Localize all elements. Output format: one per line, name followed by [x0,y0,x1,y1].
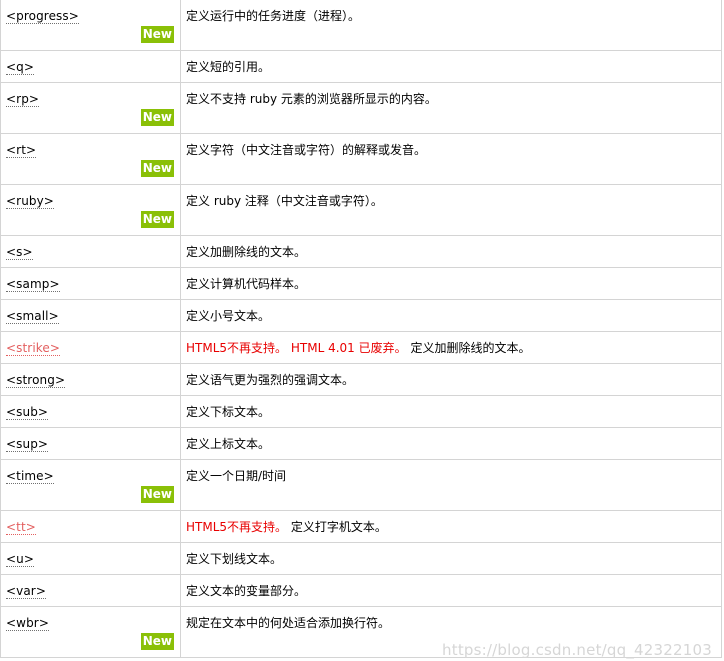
description-text: 定义 ruby 注释（中文注音或字符）。 [186,194,383,208]
new-badge: New [140,486,174,503]
tag-link[interactable]: <sub> [6,405,49,420]
tag-cell: <samp> [0,267,181,300]
tag-link[interactable]: <q> [6,60,35,75]
new-badge: New [140,160,174,177]
description-text: 定义字符（中文注音或字符）的解释或发音。 [186,143,427,157]
new-badge: New [140,633,174,650]
tag-cell: <q> [0,50,181,83]
description-cell: 定义下标文本。 [180,395,722,428]
table-row: <sub> 定义下标文本。 [0,395,722,428]
description-cell: 定义语气更为强烈的强调文本。 [180,363,722,396]
tag-link[interactable]: <time> [6,469,54,484]
description-cell: 定义运行中的任务进度（进程）。 [180,0,722,51]
tag-link[interactable]: <samp> [6,277,60,292]
description-cell: 定义不支持 ruby 元素的浏览器所显示的内容。 [180,82,722,134]
tag-cell: <s> [0,235,181,268]
tag-link[interactable]: <ruby> [6,194,54,209]
description-cell: 定义上标文本。 [180,427,722,460]
table-row: <sup> 定义上标文本。 [0,427,722,460]
description-cell: 规定在文本中的何处适合添加换行符。 [180,606,722,658]
tag-cell: <sup> [0,427,181,460]
description-cell: 定义 ruby 注释（中文注音或字符）。 [180,184,722,236]
description-cell: 定义文本的变量部分。 [180,574,722,607]
description-cell: 定义一个日期/时间 [180,459,722,511]
description-text: 定义一个日期/时间 [186,469,287,483]
table-row: <rp> New 定义不支持 ruby 元素的浏览器所显示的内容。 [0,82,722,134]
tag-cell: <progress> New [0,0,181,51]
table-row: <progress> New 定义运行中的任务进度（进程）。 [0,0,722,51]
tag-link[interactable]: <rp> [6,92,40,107]
table-row: <var> 定义文本的变量部分。 [0,574,722,607]
tag-link[interactable]: <wbr> [6,616,49,631]
tag-cell: <strong> [0,363,181,396]
new-badge: New [140,26,174,43]
description-cell: 定义短的引用。 [180,50,722,83]
tag-link[interactable]: <sup> [6,437,49,452]
table-row: <tt> HTML5不再支持。 定义打字机文本。 [0,510,722,543]
description-text: 定义短的引用。 [186,60,271,74]
tag-cell: <ruby> New [0,184,181,236]
description-cell: HTML5不再支持。 HTML 4.01 已废弃。 定义加删除线的文本。 [180,331,722,364]
deprecation-warning: HTML5不再支持。 [186,341,288,355]
table-row: <strike> HTML5不再支持。 HTML 4.01 已废弃。 定义加删除线… [0,331,722,364]
description-text: 定义上标文本。 [186,437,271,451]
table-row: <strong> 定义语气更为强烈的强调文本。 [0,363,722,396]
table-row: <small> 定义小号文本。 [0,299,722,332]
tag-cell: <var> [0,574,181,607]
description-text: 定义计算机代码样本。 [186,277,307,291]
deprecation-warning: HTML5不再支持。 [186,520,288,534]
tag-link[interactable]: <strong> [6,373,66,388]
table-row: <time> New 定义一个日期/时间 [0,459,722,511]
description-cell: 定义计算机代码样本。 [180,267,722,300]
tag-link[interactable]: <progress> [6,9,79,24]
table-row: <q> 定义短的引用。 [0,50,722,83]
description-text: 定义运行中的任务进度（进程）。 [186,9,361,23]
table-row: <ruby> New 定义 ruby 注释（中文注音或字符）。 [0,184,722,236]
table-row: <samp> 定义计算机代码样本。 [0,267,722,300]
tag-cell: <tt> [0,510,181,543]
table-row: <u> 定义下划线文本。 [0,542,722,575]
description-cell: 定义小号文本。 [180,299,722,332]
new-badge: New [140,109,174,126]
tag-link[interactable]: <tt> [6,520,36,535]
table-row: <wbr> New 规定在文本中的何处适合添加换行符。 [0,606,722,658]
description-cell: 定义下划线文本。 [180,542,722,575]
table-body: <progress> New 定义运行中的任务进度（进程）。 <q> 定义短的引用。 <r… [0,0,722,658]
description-text: 定义小号文本。 [186,309,271,323]
description-text: 定义加删除线的文本。 [186,245,307,259]
description-text: 定义下划线文本。 [186,552,283,566]
new-badge: New [140,211,174,228]
html-tag-reference-table: <progress> New 定义运行中的任务进度（进程）。 <q> 定义短的引用。 <r… [0,0,722,658]
description-text: 定义加删除线的文本。 [410,341,531,355]
tag-cell: <small> [0,299,181,332]
tag-link[interactable]: <u> [6,552,35,567]
description-text: 定义下标文本。 [186,405,271,419]
description-cell: 定义字符（中文注音或字符）的解释或发音。 [180,133,722,185]
tag-cell: <rt> New [0,133,181,185]
description-cell: HTML5不再支持。 定义打字机文本。 [180,510,722,543]
description-text: 定义不支持 ruby 元素的浏览器所显示的内容。 [186,92,437,106]
tag-link[interactable]: <var> [6,584,46,599]
tag-cell: <wbr> New [0,606,181,658]
tag-cell: <u> [0,542,181,575]
description-text: 定义文本的变量部分。 [186,584,307,598]
description-text: 定义打字机文本。 [290,520,387,534]
tag-link[interactable]: <strike> [6,341,61,356]
table-row: <rt> New 定义字符（中文注音或字符）的解释或发音。 [0,133,722,185]
deprecation-warning: HTML 4.01 已废弃。 [290,341,407,355]
tag-cell: <time> New [0,459,181,511]
description-cell: 定义加删除线的文本。 [180,235,722,268]
tag-cell: <rp> New [0,82,181,134]
tag-link[interactable]: <s> [6,245,33,260]
tag-cell: <sub> [0,395,181,428]
description-text: 规定在文本中的何处适合添加换行符。 [186,616,391,630]
table-row: <s> 定义加删除线的文本。 [0,235,722,268]
tag-link[interactable]: <rt> [6,143,37,158]
tag-cell: <strike> [0,331,181,364]
tag-link[interactable]: <small> [6,309,59,324]
description-text: 定义语气更为强烈的强调文本。 [186,373,355,387]
